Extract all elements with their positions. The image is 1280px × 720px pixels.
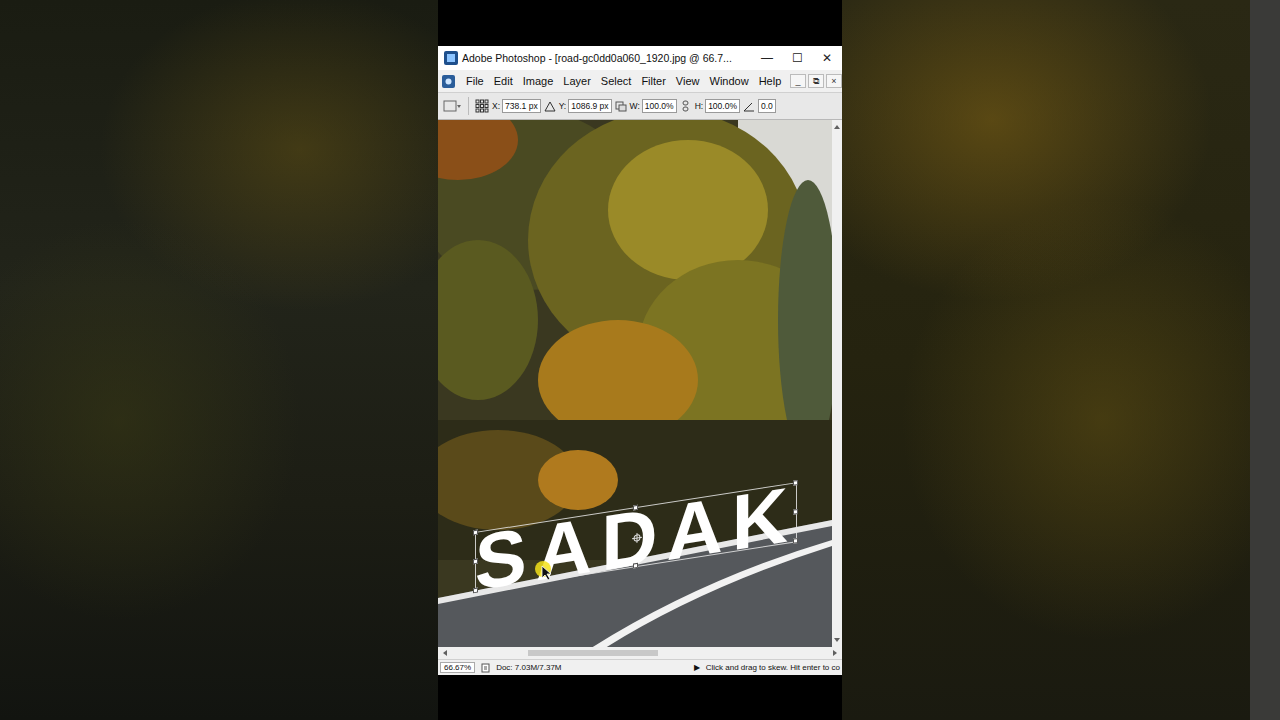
transform-handle[interactable] (633, 563, 638, 569)
transform-field: X:738.1 px (492, 99, 541, 113)
field-input[interactable]: 738.1 px (502, 99, 541, 113)
horizontal-scrollbar[interactable] (438, 647, 842, 659)
scroll-left-icon (442, 649, 448, 657)
side-strip (1250, 0, 1280, 720)
delta-icon (544, 100, 556, 112)
reference-point-icon (632, 532, 642, 544)
blurred-background-left (0, 0, 438, 720)
field-input[interactable]: 1086.9 px (568, 99, 611, 113)
photoshop-app-icon (444, 51, 458, 65)
vertical-scrollbar[interactable] (832, 120, 842, 647)
scale-icon (615, 100, 627, 112)
status-message: Click and drag to skew. Hit enter to co (706, 663, 840, 672)
transform-handle[interactable] (793, 480, 798, 486)
work-area: SADAK (438, 120, 842, 647)
video-frame: Adobe Photoshop - [road-gc0dd0a060_1920.… (438, 0, 842, 720)
letterbox-bottom (438, 675, 842, 720)
link-icon (680, 100, 692, 112)
field-label: X: (492, 101, 500, 111)
menu-item[interactable]: Help (754, 75, 787, 87)
menu-item[interactable]: Window (705, 75, 754, 87)
status-bar: 66.67% Doc: 7.03M/7.37M ▶ Click and drag to… (438, 659, 842, 675)
field-input[interactable]: 0.0 (758, 99, 776, 113)
transform-handle[interactable] (793, 509, 798, 515)
separator (468, 97, 469, 115)
transform-handle[interactable] (473, 530, 478, 536)
minimize-button[interactable]: — (752, 51, 782, 65)
maximize-button[interactable]: ☐ (782, 51, 812, 65)
title-bar: Adobe Photoshop - [road-gc0dd0a060_1920.… (438, 46, 842, 70)
scroll-thumb[interactable] (528, 650, 658, 656)
close-button[interactable]: ✕ (812, 51, 842, 65)
angle-icon (743, 100, 755, 112)
menu-item[interactable]: Image (518, 75, 559, 87)
field-label: H: (695, 101, 704, 111)
document-info-icon (481, 663, 490, 673)
field-label: Y: (559, 101, 567, 111)
reference-point-icon (475, 99, 489, 113)
menu-item[interactable]: Edit (489, 75, 518, 87)
transform-handle[interactable] (633, 505, 638, 511)
document-icon (442, 75, 455, 88)
transform-handle[interactable] (473, 588, 478, 594)
document-canvas[interactable]: SADAK (438, 120, 832, 647)
photoshop-window: Adobe Photoshop - [road-gc0dd0a060_1920.… (438, 46, 842, 675)
blurred-background-right (842, 0, 1280, 720)
status-menu-arrow[interactable]: ▶ (694, 663, 700, 672)
window-title: Adobe Photoshop - [road-gc0dd0a060_1920.… (462, 52, 752, 64)
scroll-right-icon (832, 649, 838, 657)
letterbox-top (438, 0, 842, 46)
transform-field: Y:1086.9 px (559, 99, 612, 113)
options-bar: X:738.1 pxY:1086.9 pxW:100.0%H:100.0%0.0 (438, 92, 842, 120)
scroll-up-icon (833, 124, 841, 130)
field-label: W: (630, 101, 640, 111)
transform-handle[interactable] (793, 538, 798, 544)
menu-bar: FileEditImageLayerSelectFilterViewWindow… (438, 70, 842, 92)
menu-item[interactable]: File (461, 75, 489, 87)
transform-field: 0.0 (758, 99, 776, 113)
transform-field: H:100.0% (695, 99, 740, 113)
document-window-button[interactable]: _ (790, 74, 806, 88)
scroll-down-icon (833, 637, 841, 643)
document-size: Doc: 7.03M/7.37M (496, 663, 561, 672)
menu-item[interactable]: Layer (558, 75, 596, 87)
mouse-cursor-icon (534, 560, 556, 582)
transform-handle[interactable] (473, 559, 478, 565)
zoom-field[interactable]: 66.67% (440, 662, 475, 673)
menu-item[interactable]: View (671, 75, 705, 87)
document-window-button[interactable]: × (826, 74, 842, 88)
menu-item[interactable]: Select (596, 75, 637, 87)
scroll-track[interactable] (448, 649, 832, 657)
document-window-button[interactable]: ⧉ (808, 74, 824, 88)
field-input[interactable]: 100.0% (705, 99, 740, 113)
menu-item[interactable]: Filter (636, 75, 670, 87)
transform-field: W:100.0% (630, 99, 677, 113)
field-input[interactable]: 100.0% (642, 99, 677, 113)
transform-tool-icon (442, 98, 462, 114)
